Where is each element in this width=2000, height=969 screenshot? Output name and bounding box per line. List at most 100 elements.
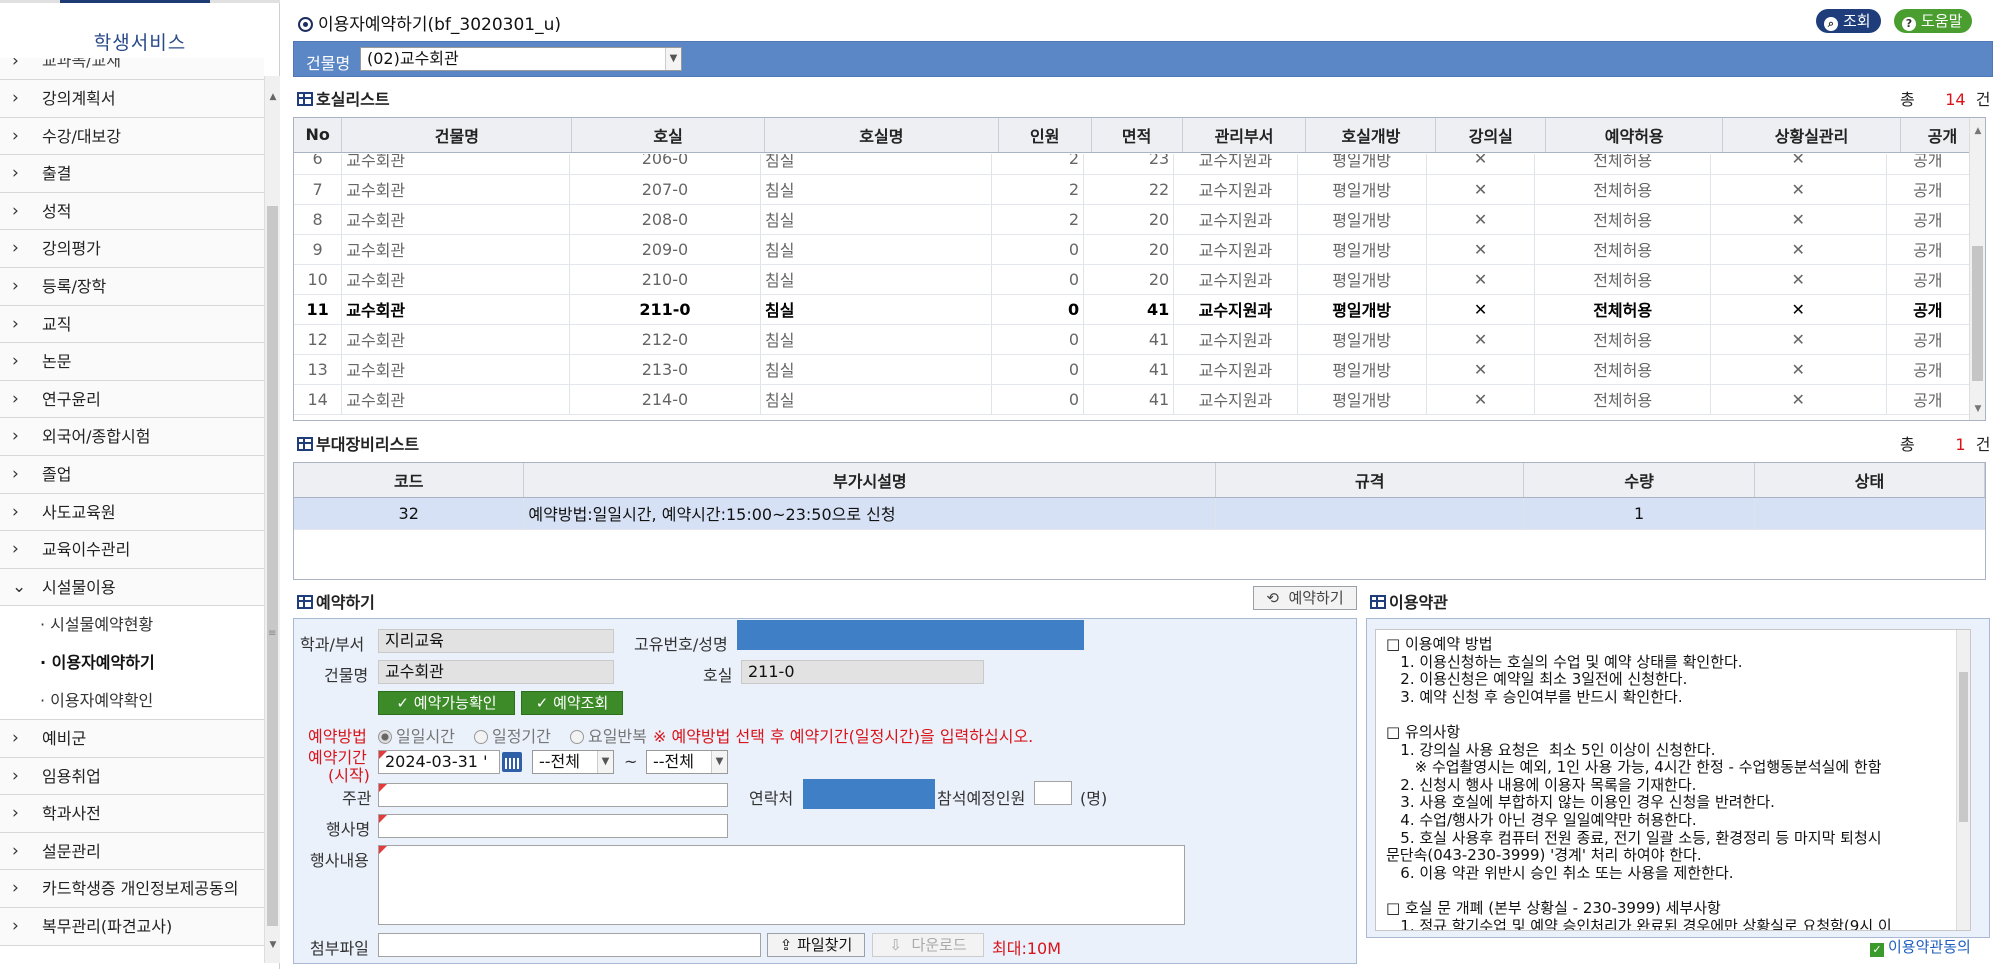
download-button[interactable]: ⇩ 다운로드 [872, 933, 984, 957]
table-cell: ✕ [1426, 264, 1536, 295]
table-row[interactable]: 13 교수회관 213-0 침실 0 41 교수지원과 평일개방 ✕ 전체허용 ✕ 공개 [294, 354, 1970, 385]
event-content-textarea[interactable] [378, 845, 1185, 925]
equipment-grid-header: 코드 부가시설명 규격 수량 상태 [294, 463, 1985, 498]
column-header[interactable]: 상황실관리 [1722, 118, 1901, 153]
chevron-right-icon: › [12, 351, 19, 372]
reserve-button[interactable]: ⟲ 예약하기 [1253, 586, 1357, 610]
method-option-period[interactable]: 일정기간 [473, 727, 551, 746]
column-header[interactable]: 호실 [571, 118, 765, 153]
find-file-button[interactable]: ⇪ 파일찾기 [767, 933, 865, 957]
calendar-icon[interactable] [502, 752, 522, 772]
scroll-down-icon[interactable]: ▼ [265, 940, 281, 950]
table-row[interactable]: 14 교수회관 214-0 침실 0 41 교수지원과 평일개방 ✕ 전체허용 ✕ 공개 [294, 384, 1970, 415]
event-name-input[interactable] [378, 814, 728, 838]
terms-agree-checkbox[interactable]: ✓ 이용약관동의 [1870, 936, 1971, 957]
sidebar-item[interactable]: › 외국어/종합시험 [0, 418, 264, 456]
table-cell: 침실 [760, 174, 993, 205]
terms-line: □ 유의사항 [1386, 722, 1461, 741]
column-header[interactable]: 부가시설명 [523, 463, 1217, 498]
table-cell: 평일개방 [1297, 204, 1427, 235]
column-header[interactable]: 수량 [1523, 463, 1756, 498]
sidebar-subitem[interactable]: · 이용자예약하기 [0, 644, 264, 682]
sidebar-subitem[interactable]: · 시설물예약현황 [0, 606, 264, 644]
table-row[interactable]: 7 교수회관 207-0 침실 2 22 교수지원과 평일개방 ✕ 전체허용 ✕ 공개 [294, 174, 1970, 205]
sidebar-scroll-thumb[interactable] [267, 206, 278, 926]
search-button[interactable]: ⌕ 조회 [1816, 9, 1881, 33]
date-input[interactable]: 2024-03-31 ' [378, 750, 500, 774]
help-button[interactable]: ? 도움말 [1894, 9, 1973, 33]
column-header[interactable]: 관리부서 [1182, 118, 1307, 153]
table-cell: 침실 [760, 264, 993, 295]
table-cell: 32 [294, 497, 525, 530]
sidebar-item[interactable]: › 임용취업 [0, 757, 264, 796]
terms-scrollbar[interactable] [1956, 630, 1970, 930]
host-input[interactable] [378, 783, 728, 807]
sidebar-item[interactable]: ⌄ 시설물이용 [0, 568, 264, 607]
sidebar-item[interactable]: › 교직 [0, 305, 264, 344]
table-row[interactable]: 10 교수회관 210-0 침실 0 20 교수지원과 평일개방 ✕ 전체허용 ✕ 공개 [294, 264, 1970, 295]
table-cell: 교수지원과 [1173, 204, 1298, 235]
building-select[interactable]: (02)교수회관 ▼ [360, 47, 682, 71]
attachment-input[interactable] [378, 933, 761, 957]
column-header[interactable]: 강의실 [1435, 118, 1547, 153]
attendees-input[interactable] [1034, 781, 1072, 805]
table-row[interactable]: 12 교수회관 212-0 침실 0 41 교수지원과 평일개방 ✕ 전체허용 ✕ 공개 [294, 324, 1970, 355]
terms-line: 6. 이용 약관 위반시 승인 취소 또는 사용을 제한한다. [1386, 863, 1734, 882]
sidebar-item[interactable]: › 사도교육원 [0, 493, 264, 532]
sidebar-item[interactable]: › 연구윤리 [0, 380, 264, 419]
table-row[interactable]: 6 교수회관 206-0 침실 2 23 교수지원과 평일개방 ✕ 전체허용 ✕ 공개 [294, 154, 1970, 175]
column-header[interactable]: No [294, 118, 343, 153]
table-cell: 214-0 [569, 384, 761, 415]
sidebar-item[interactable]: › 복무관리(파견교사) [0, 908, 264, 946]
max-size-note: 최대:10ME [992, 939, 1062, 958]
method-option-weekday[interactable]: 요일반복 [569, 727, 647, 746]
column-header[interactable]: 예약허용 [1545, 118, 1724, 153]
table-row[interactable]: 32 예약방법:일일시간, 예약시간:15:00~23:50으로 신청 1 [294, 497, 1985, 530]
column-header[interactable]: 호실명 [764, 118, 999, 153]
sidebar-item[interactable]: › 논문 [0, 343, 264, 381]
scroll-down-icon[interactable]: ▼ [1970, 404, 1985, 414]
sidebar-item[interactable]: › 예비군 [0, 720, 264, 758]
terms-line: 3. 예약 신청 후 승인여부를 반드시 확인한다. [1386, 687, 1683, 706]
sidebar-item[interactable]: › 출결 [0, 155, 264, 193]
sidebar-item[interactable]: › 강의평가 [0, 230, 264, 268]
table-cell: 208-0 [569, 204, 761, 235]
room-grid-scroll-thumb[interactable] [1972, 246, 1983, 381]
reserve-query-button[interactable]: ✓ 예약조회 [521, 691, 623, 715]
sidebar-scrollbar[interactable]: ▲ ≡ ▼ [264, 76, 280, 963]
terms-text[interactable]: □ 이용예약 방법 1. 이용신청하는 호실의 수업 및 예약 상태를 확인한다… [1375, 629, 1971, 931]
sidebar-item-partial[interactable]: › 교과목/교재 [0, 58, 264, 80]
time-to-select[interactable]: --전체 ▼ [646, 750, 728, 774]
terms-scroll-thumb[interactable] [1959, 672, 1968, 822]
sidebar-item[interactable]: › 강의계획서 [0, 80, 264, 118]
column-header[interactable]: 면적 [1091, 118, 1183, 153]
table-cell: 교수회관 [341, 234, 570, 265]
column-header[interactable]: 건물명 [341, 118, 573, 153]
scroll-up-icon[interactable]: ▲ [1970, 126, 1985, 136]
sidebar-item[interactable]: › 성적 [0, 192, 264, 231]
column-header[interactable]: 호실개방 [1305, 118, 1437, 153]
sidebar-item[interactable]: › 등록/장학 [0, 267, 264, 306]
sidebar-menu: › 교과목/교재 › 강의계획서 › 수강/대보강 › 출결 › 성적 › 강의평가 › 등록/장학 ›… [0, 58, 264, 963]
table-row[interactable]: 8 교수회관 208-0 침실 2 20 교수지원과 평일개방 ✕ 전체허용 ✕ 공개 [294, 204, 1970, 235]
column-header[interactable]: 코드 [294, 463, 525, 498]
sidebar-item[interactable]: › 교육이수관리 [0, 531, 264, 569]
check-availability-button[interactable]: ✓ 예약가능확인 [378, 691, 515, 715]
room-grid-scrollbar[interactable]: ▲ ▼ [1969, 118, 1985, 420]
sidebar-item[interactable]: › 카드학생증 개인정보제공동의 [0, 870, 264, 909]
sidebar-item[interactable]: › 수강/대보강 [0, 117, 264, 156]
time-from-select[interactable]: --전체 ▼ [532, 750, 614, 774]
column-header[interactable]: 상태 [1754, 463, 1985, 498]
table-cell: 평일개방 [1297, 234, 1427, 265]
sidebar-item[interactable]: › 설문관리 [0, 832, 264, 871]
table-cell: 교수회관 [341, 264, 570, 295]
sidebar-item[interactable]: › 졸업 [0, 455, 264, 494]
sidebar-item[interactable]: › 학과사전 [0, 795, 264, 833]
method-option-daily[interactable]: 일일시간 [378, 727, 455, 746]
column-header[interactable]: 규격 [1215, 463, 1525, 498]
sidebar-subitem[interactable]: · 이용자예약확인 [0, 682, 264, 720]
column-header[interactable]: 인원 [998, 118, 1092, 153]
table-row[interactable]: 9 교수회관 209-0 침실 0 20 교수지원과 평일개방 ✕ 전체허용 ✕ 공개 [294, 234, 1970, 265]
table-row[interactable]: 11 교수회관 211-0 침실 0 41 교수지원과 평일개방 ✕ 전체허용 ✕ 공개 [294, 294, 1970, 325]
scroll-up-icon[interactable]: ▲ [265, 92, 281, 102]
